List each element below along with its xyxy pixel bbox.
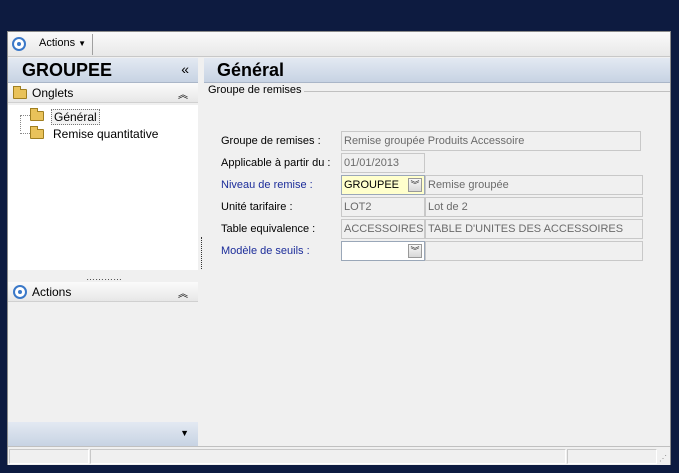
folder-icon: [13, 86, 27, 99]
row-unite: Unité tarifaire : LOT2 Lot de 2: [204, 197, 670, 217]
field-label: Table equivalence :: [221, 223, 316, 235]
scroll-down-icon[interactable]: ▼: [180, 428, 189, 438]
tabs-section-header[interactable]: Onglets ︽: [8, 83, 198, 103]
actions-menu-label: Actions: [39, 37, 76, 49]
right-pane-header: Général: [204, 58, 670, 83]
field-label-link[interactable]: Niveau de remise :: [221, 179, 313, 191]
modele-seuils-description: [425, 241, 643, 261]
group-legend: Groupe de remises: [208, 84, 304, 96]
field-label: Unité tarifaire :: [221, 201, 293, 213]
right-pane: Général Groupe de remises Groupe de remi…: [204, 58, 670, 446]
toolbar: Actions ▼: [8, 32, 670, 57]
row-niveau: Niveau de remise : GROUPEE ︾ Remise grou…: [204, 175, 670, 195]
open-folder-icon: [30, 108, 44, 121]
left-pane-header: GROUPEE «: [8, 58, 198, 83]
modele-seuils-combo[interactable]: ︾: [341, 241, 425, 261]
table-equivalence-field[interactable]: ACCESSOIRES: [341, 219, 425, 239]
folder-icon: [30, 126, 44, 139]
caret-down-icon: ▼: [78, 39, 87, 48]
chevron-up-icon[interactable]: ︽: [178, 285, 188, 300]
group-divider: [296, 91, 670, 92]
tree-connector: [20, 115, 21, 131]
field-label-link[interactable]: Modèle de seuils :: [221, 245, 310, 257]
tree-connector: [20, 115, 30, 116]
target-icon: [13, 285, 27, 299]
target-icon: [12, 37, 26, 51]
app-window: Actions ▼ GROUPEE « Onglets ︽ Général Re…: [7, 31, 671, 465]
record-title: GROUPEE: [22, 60, 113, 80]
status-bar: ⋰: [8, 446, 670, 465]
chevron-double-down-icon[interactable]: ︾: [408, 244, 422, 258]
collapse-pane-icon[interactable]: «: [181, 61, 189, 77]
niveau-remise-description: Remise groupée: [425, 175, 643, 195]
status-cell: [9, 449, 89, 464]
field-label: Groupe de remises :: [221, 135, 321, 147]
tabs-section-label: Onglets: [32, 86, 74, 100]
row-groupe-remises: Groupe de remises : Remise groupée Produ…: [204, 131, 670, 151]
left-pane: GROUPEE « Onglets ︽ Général Remise quant…: [8, 58, 198, 446]
tree-item-label: Général: [51, 109, 100, 125]
tabs-tree: Général Remise quantitative: [8, 105, 198, 270]
row-modele: Modèle de seuils : ︾: [204, 241, 670, 261]
tree-item-label: Remise quantitative: [53, 127, 159, 141]
row-applicable: Applicable à partir du : 01/01/2013: [204, 153, 670, 173]
applicable-date-field[interactable]: 01/01/2013: [341, 153, 425, 173]
unite-tarifaire-description: Lot de 2: [425, 197, 643, 217]
niveau-remise-combo[interactable]: GROUPEE ︾: [341, 175, 425, 195]
actions-menu-button[interactable]: Actions ▼: [35, 35, 90, 53]
unite-tarifaire-field[interactable]: LOT2: [341, 197, 425, 217]
vertical-splitter[interactable]: [201, 237, 202, 269]
left-pane-footer: ▼: [8, 422, 198, 446]
chevron-double-down-icon[interactable]: ︾: [408, 178, 422, 192]
toolbar-separator: [92, 34, 93, 55]
groupe-remises-field[interactable]: Remise groupée Produits Accessoire: [341, 131, 641, 151]
actions-section-label: Actions: [32, 285, 72, 299]
table-equivalence-description: TABLE D'UNITES DES ACCESSOIRES: [425, 219, 643, 239]
field-label: Applicable à partir du :: [221, 157, 331, 169]
resize-grip-icon[interactable]: ⋰: [659, 454, 667, 463]
chevron-up-icon[interactable]: ︽: [178, 86, 188, 101]
page-title: Général: [217, 60, 285, 80]
status-cell: [90, 449, 566, 464]
status-cell: [567, 449, 657, 464]
row-table: Table equivalence : ACCESSOIRES TABLE D'…: [204, 219, 670, 239]
splitter-handle[interactable]: …………: [86, 272, 122, 282]
actions-section-header[interactable]: Actions ︽: [8, 282, 198, 302]
tree-connector: [20, 133, 30, 134]
combo-value: GROUPEE: [344, 179, 400, 191]
